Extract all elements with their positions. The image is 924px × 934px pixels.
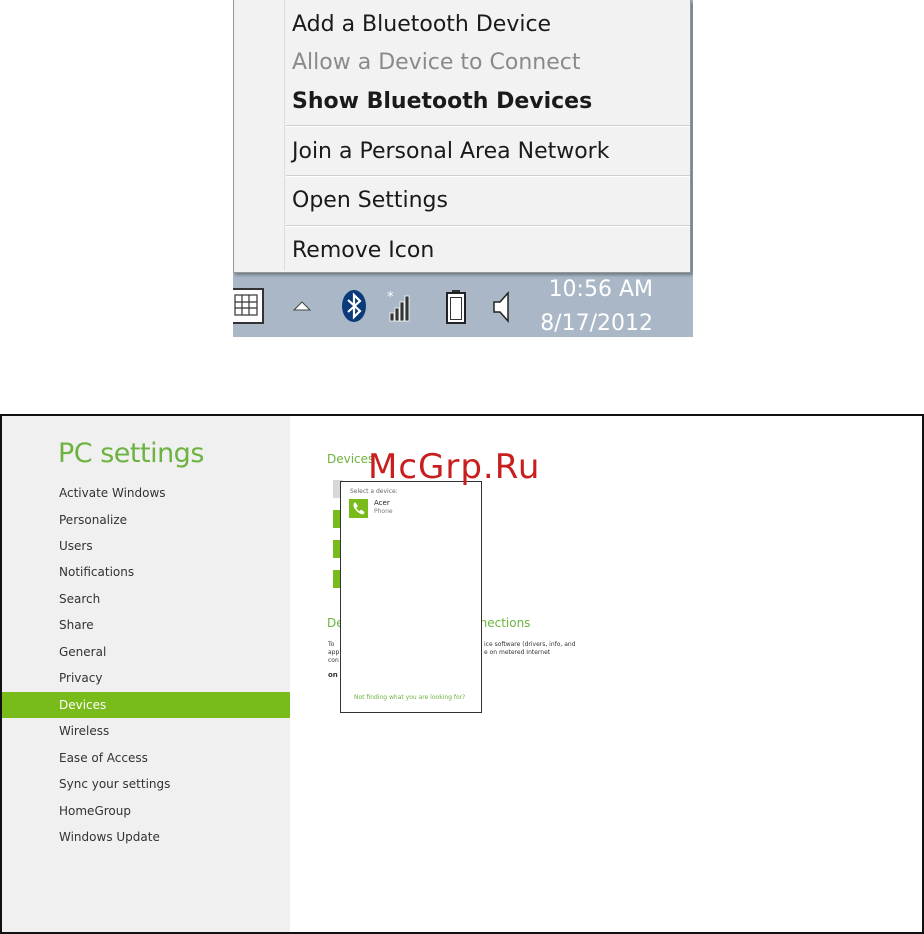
bluetooth-icon[interactable] bbox=[341, 289, 367, 323]
nav-item-personalize[interactable]: Personalize bbox=[2, 507, 290, 533]
nav-item-windows-update[interactable]: Windows Update bbox=[2, 824, 290, 850]
section-text-fragment: con bbox=[328, 657, 339, 664]
menu-gutter-divider bbox=[284, 0, 285, 270]
nav-item-homegroup[interactable]: HomeGroup bbox=[2, 798, 290, 824]
nav-item-search[interactable]: Search bbox=[2, 586, 290, 612]
svg-text:*: * bbox=[387, 290, 394, 305]
device-name: Acer bbox=[374, 499, 390, 507]
flyout-title: Select a device: bbox=[350, 488, 398, 495]
system-tray: * 10:56 AM 8/17/2012 bbox=[233, 273, 693, 337]
pc-settings-window: PC settings Activate Windows Personalize… bbox=[0, 414, 924, 934]
settings-content-pane: Devices De nnections To app con on ice s… bbox=[290, 416, 922, 932]
nav-item-privacy[interactable]: Privacy bbox=[2, 665, 290, 691]
section-text-fragment: ice software (drivers, info, and bbox=[484, 641, 576, 648]
phone-icon bbox=[349, 499, 368, 518]
speaker-icon[interactable] bbox=[491, 291, 513, 323]
nav-item-wireless[interactable]: Wireless bbox=[2, 718, 290, 744]
network-signal-icon[interactable]: * bbox=[385, 289, 415, 323]
clock-date[interactable]: 8/17/2012 bbox=[523, 311, 653, 336]
section-text-fragment: app bbox=[328, 649, 340, 656]
taskbar-area: Add a Bluetooth Device Allow a Device to… bbox=[233, 0, 693, 337]
nav-item-activate-windows[interactable]: Activate Windows bbox=[2, 480, 290, 506]
menu-item-show-bluetooth-devices[interactable]: Show Bluetooth Devices bbox=[292, 87, 592, 117]
select-device-flyout: Select a device: Acer Phone Not finding … bbox=[340, 481, 482, 713]
nav-item-devices[interactable]: Devices bbox=[2, 692, 290, 718]
device-list-item[interactable]: Acer Phone bbox=[349, 499, 469, 519]
nav-item-notifications[interactable]: Notifications bbox=[2, 559, 290, 585]
not-finding-link[interactable]: Not finding what you are looking for? bbox=[354, 694, 465, 701]
section-text-fragment: To bbox=[328, 641, 335, 648]
nav-item-share[interactable]: Share bbox=[2, 612, 290, 638]
toggle-state-label: on bbox=[328, 671, 338, 679]
menu-item-add-bluetooth-device[interactable]: Add a Bluetooth Device bbox=[292, 10, 551, 40]
menu-item-open-settings[interactable]: Open Settings bbox=[292, 186, 448, 216]
battery-icon[interactable] bbox=[445, 289, 469, 325]
menu-item-join-personal-area-network[interactable]: Join a Personal Area Network bbox=[292, 137, 609, 167]
page-title: PC settings bbox=[58, 438, 204, 469]
nav-item-users[interactable]: Users bbox=[2, 533, 290, 559]
settings-nav-pane: PC settings Activate Windows Personalize… bbox=[2, 416, 290, 932]
device-type: Phone bbox=[374, 508, 393, 515]
nav-item-ease-of-access[interactable]: Ease of Access bbox=[2, 745, 290, 771]
clock-time[interactable]: 10:56 AM bbox=[523, 277, 653, 302]
show-hidden-icons-arrow-icon[interactable] bbox=[292, 299, 312, 313]
menu-item-allow-device-to-connect: Allow a Device to Connect bbox=[292, 50, 581, 75]
section-text-fragment: e on metered Internet bbox=[484, 649, 551, 656]
nav-item-general[interactable]: General bbox=[2, 639, 290, 665]
nav-item-sync-your-settings[interactable]: Sync your settings bbox=[2, 771, 290, 797]
bluetooth-context-menu: Add a Bluetooth Device Allow a Device to… bbox=[233, 0, 691, 273]
menu-item-remove-icon[interactable]: Remove Icon bbox=[292, 236, 434, 266]
keyboard-icon[interactable] bbox=[233, 287, 267, 325]
menu-separator bbox=[286, 125, 690, 127]
menu-separator bbox=[286, 175, 690, 177]
menu-separator bbox=[286, 225, 690, 227]
watermark: McGrp.Ru bbox=[368, 447, 541, 487]
